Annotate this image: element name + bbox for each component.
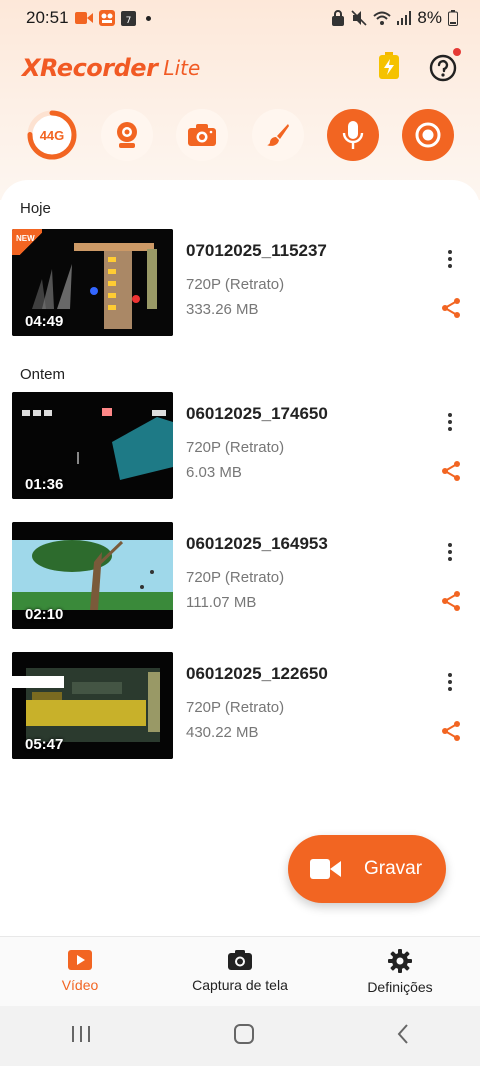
screenshot-button[interactable]: [176, 109, 229, 161]
video-duration: 04:49: [25, 313, 64, 330]
video-item[interactable]: 02:10 06012025_164953 720P (Retrato) 111…: [12, 522, 468, 630]
share-icon[interactable]: [440, 720, 462, 742]
video-size: 6.03 MB: [186, 464, 242, 481]
video-resolution: 720P (Retrato): [186, 699, 285, 716]
video-thumbnail[interactable]: 05:47: [12, 652, 173, 759]
system-navigation-bar: [0, 1006, 480, 1066]
video-list: Hoje NEW 04:49 07012025_115237 720P (Ret…: [0, 180, 480, 936]
video-title[interactable]: 07012025_115237: [186, 241, 327, 261]
wifi-icon: [373, 11, 392, 25]
record-fab[interactable]: Gravar: [288, 835, 446, 903]
webcam-icon: [117, 122, 138, 148]
notification-dot: [453, 48, 461, 56]
video-duration: 05:47: [25, 736, 64, 753]
app-logo: XRecorder: [22, 54, 158, 82]
video-title[interactable]: 06012025_164953: [186, 534, 328, 554]
more-options-icon[interactable]: [442, 247, 458, 271]
nav-tab-screenshot[interactable]: Captura de tela: [160, 937, 320, 1006]
video-resolution: 720P (Retrato): [186, 439, 285, 456]
status-bar: 20:51 7 8%: [0, 0, 480, 36]
camera-icon: [228, 950, 252, 970]
section-header-today: Hoje: [20, 200, 51, 217]
app-notification-icon: [98, 10, 115, 26]
status-time: 20:51: [26, 8, 69, 27]
video-thumbnail[interactable]: 01:36: [12, 392, 173, 499]
battery-percent: 8%: [417, 8, 442, 27]
app-header: XRecorder Lite: [22, 48, 461, 88]
storage-label: 44G: [39, 127, 65, 143]
more-notifications-dot: [145, 15, 151, 21]
battery-saver-button[interactable]: [378, 51, 400, 85]
battery-icon: [448, 10, 458, 26]
video-item[interactable]: 01:36 06012025_174650 720P (Retrato) 6.0…: [12, 392, 468, 500]
record-icon: [415, 122, 441, 148]
nav-label: Captura de tela: [192, 977, 288, 993]
microphone-icon: [342, 121, 363, 149]
tool-row: 44G: [26, 108, 454, 162]
bottom-nav: Vídeo Captura de tela Definições: [0, 936, 480, 1006]
audio-record-button[interactable]: [326, 109, 379, 161]
video-duration: 02:10: [25, 606, 64, 623]
share-icon[interactable]: [440, 460, 462, 482]
share-icon[interactable]: [440, 590, 462, 612]
nav-tab-settings[interactable]: Definições: [320, 937, 480, 1006]
app-logo-suffix: Lite: [163, 56, 201, 80]
share-icon[interactable]: [440, 297, 462, 319]
video-duration: 01:36: [25, 476, 64, 493]
lock-icon: [331, 10, 345, 26]
video-item[interactable]: NEW 04:49 07012025_115237 720P (Retrato)…: [12, 229, 468, 337]
video-resolution: 720P (Retrato): [186, 569, 285, 586]
video-title[interactable]: 06012025_174650: [186, 404, 328, 424]
nav-tab-video[interactable]: Vídeo: [0, 937, 160, 1006]
more-options-icon[interactable]: [442, 670, 458, 694]
back-button[interactable]: [396, 1023, 410, 1050]
record-indicator-icon: [74, 11, 93, 25]
facecam-button[interactable]: [101, 109, 154, 161]
more-options-icon[interactable]: [442, 410, 458, 434]
record-button[interactable]: [401, 109, 454, 161]
record-fab-label: Gravar: [364, 858, 423, 879]
help-button[interactable]: [428, 48, 461, 83]
gear-icon: [388, 949, 412, 973]
signal-icon: [397, 11, 412, 25]
mute-icon: [351, 10, 367, 26]
brush-button[interactable]: [251, 109, 304, 161]
nav-label: Definições: [367, 979, 433, 995]
section-header-yesterday: Ontem: [20, 366, 66, 383]
nav-label: Vídeo: [61, 977, 99, 993]
home-button[interactable]: [233, 1023, 255, 1050]
recent-apps-button[interactable]: [70, 1024, 92, 1049]
camera-icon: [188, 124, 217, 146]
svg-text:7: 7: [125, 16, 131, 26]
video-size: 333.26 MB: [186, 301, 259, 318]
video-resolution: 720P (Retrato): [186, 276, 285, 293]
new-badge: NEW: [12, 229, 42, 255]
video-size: 111.07 MB: [186, 594, 257, 611]
video-thumbnail[interactable]: 02:10: [12, 522, 173, 629]
calendar-icon: 7: [120, 10, 136, 26]
play-icon: [68, 950, 92, 970]
video-camera-icon: [310, 859, 341, 879]
video-thumbnail[interactable]: NEW 04:49: [12, 229, 173, 336]
video-title[interactable]: 06012025_122650: [186, 664, 328, 684]
brush-icon: [266, 124, 289, 146]
storage-indicator[interactable]: 44G: [26, 109, 78, 161]
more-options-icon[interactable]: [442, 540, 458, 564]
video-item[interactable]: 05:47 06012025_122650 720P (Retrato) 430…: [12, 652, 468, 760]
video-size: 430.22 MB: [186, 724, 259, 741]
